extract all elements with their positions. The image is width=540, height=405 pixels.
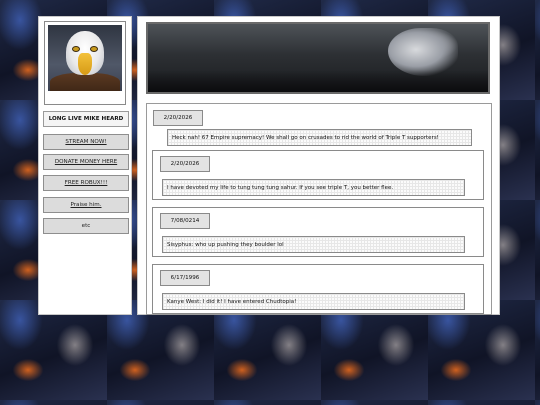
eagle-eye-left	[73, 47, 79, 51]
motto-banner: LONG LIVE MIKE HEARD	[43, 111, 129, 127]
stream-now-link[interactable]: STREAM NOW!	[43, 134, 129, 150]
post-date: 2/20/2026	[153, 110, 203, 126]
post-text: Sisyphus: who up pushing they boulder lo…	[162, 236, 465, 253]
post-text: Heck nah! 67 Empire supremacy! We shall …	[167, 129, 472, 146]
banner-treeline	[148, 70, 488, 92]
post-date: 6/17/1996	[160, 270, 210, 286]
post-item: 2/20/2026 I have devoted my life to tung…	[152, 150, 484, 200]
main-panel: 2/20/2026 Heck nah! 67 Empire supremacy!…	[137, 16, 500, 315]
eagle-eye-right	[91, 47, 97, 51]
post-text: Kanye West: I did it! I have entered Chu…	[162, 293, 465, 310]
avatar-frame	[44, 21, 126, 105]
avatar	[48, 25, 122, 91]
sidebar: LONG LIVE MIKE HEARD STREAM NOW! DONATE …	[38, 16, 132, 315]
post-date: 2/20/2026	[160, 156, 210, 172]
donate-money-link[interactable]: DONATE MONEY HERE	[43, 154, 129, 170]
post-item: 2/20/2026 Heck nah! 67 Empire supremacy!…	[147, 104, 491, 154]
etc-button[interactable]: etc	[43, 218, 129, 234]
eagle-beak	[78, 53, 92, 75]
post-text: I have devoted my life to tung tung tung…	[162, 179, 465, 196]
post-item: 6/17/1996 Kanye West: I did it! I have e…	[152, 264, 484, 314]
post-date: 7/08/0214	[160, 213, 210, 229]
wolf-icon	[388, 28, 458, 76]
eagle-body-shape	[50, 73, 120, 91]
free-robux-link[interactable]: FREE ROBUX!!!	[43, 175, 129, 191]
post-item: 7/08/0214 Sisyphus: who up pushing they …	[152, 207, 484, 257]
wolf-banner-image	[146, 22, 490, 94]
post-feed[interactable]: 2/20/2026 Heck nah! 67 Empire supremacy!…	[146, 103, 492, 315]
praise-him-link[interactable]: Praise him.	[43, 197, 129, 213]
